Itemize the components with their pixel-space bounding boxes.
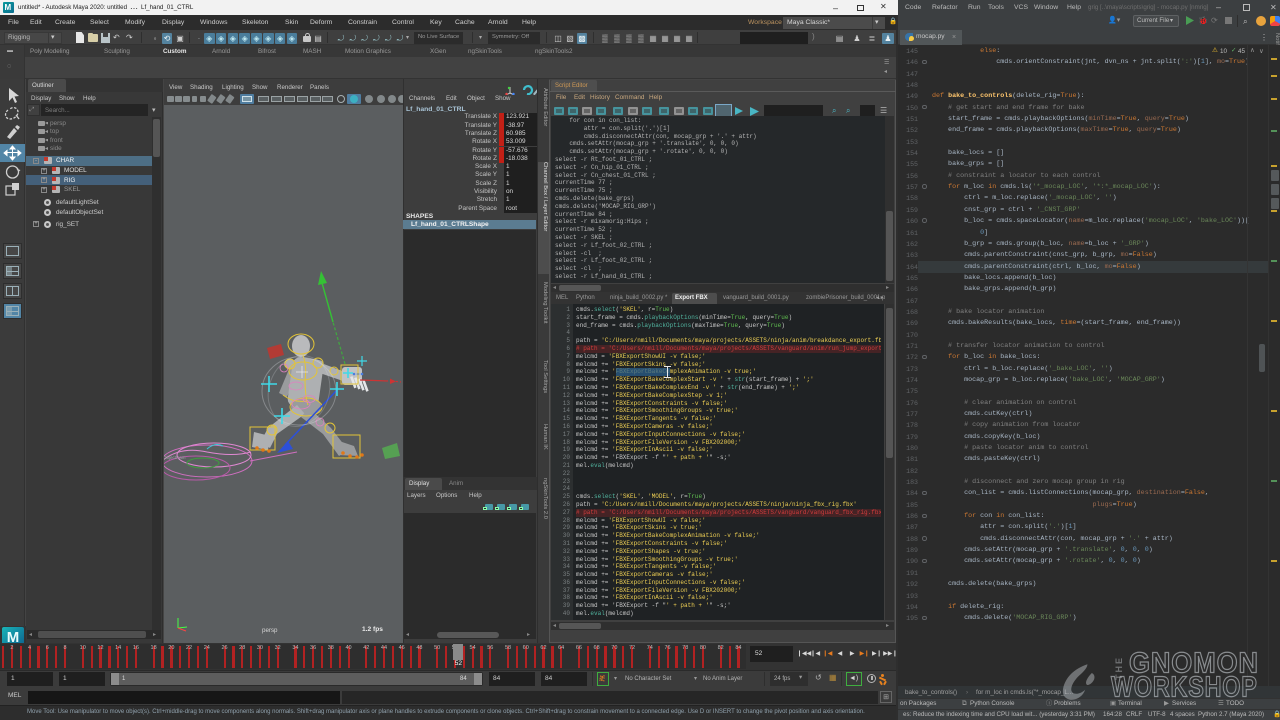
svg-text:ObjectNam: ObjectNam [164, 455, 186, 460]
